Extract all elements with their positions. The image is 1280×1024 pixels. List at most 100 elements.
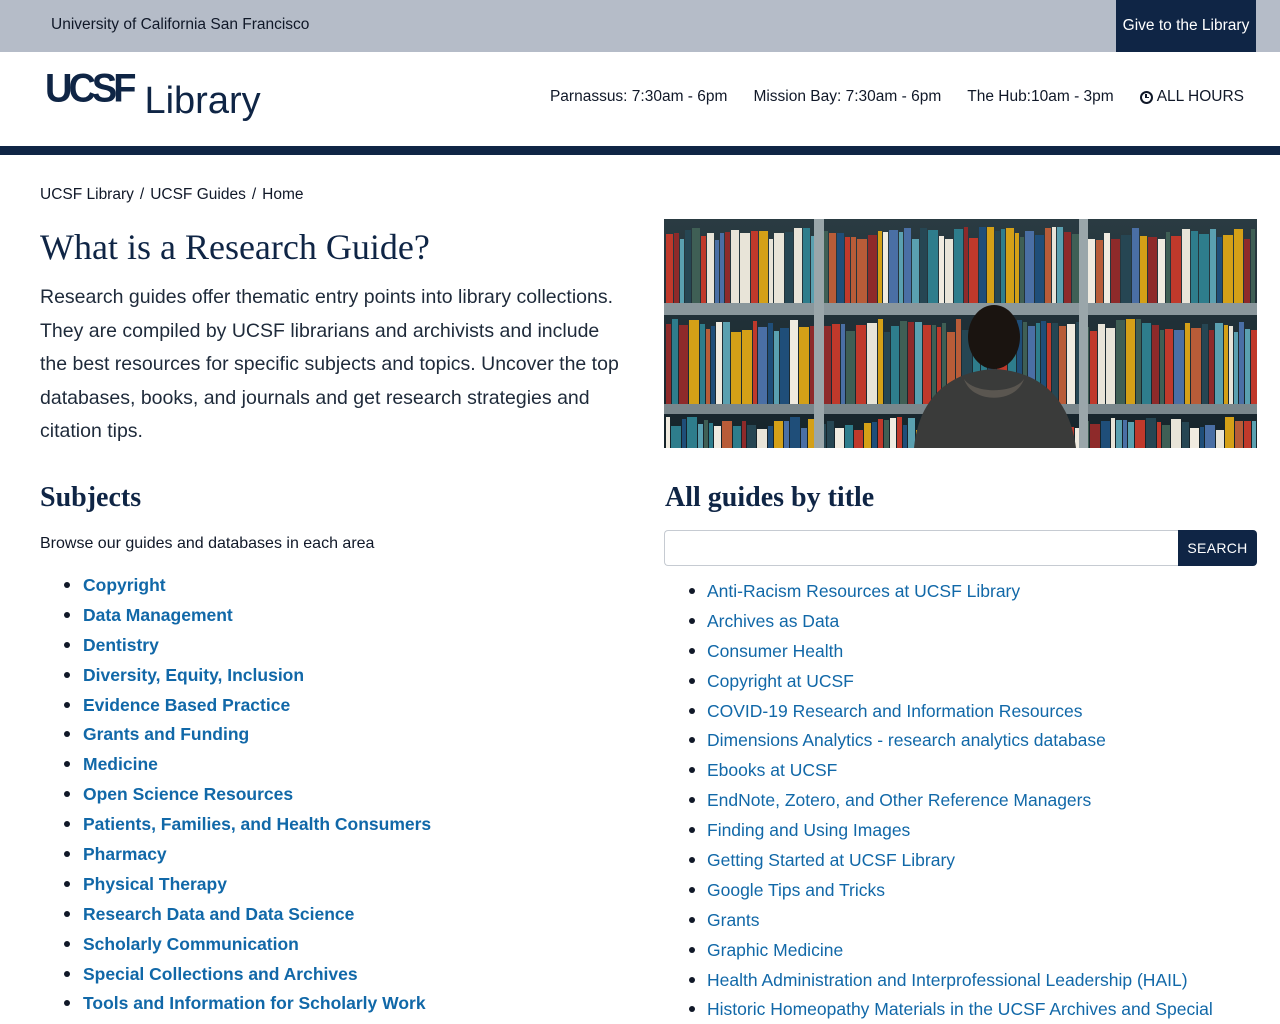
book-spine bbox=[716, 322, 722, 404]
book-spine bbox=[1251, 330, 1257, 404]
intro-paragraph: Research guides offer thematic entry poi… bbox=[40, 286, 619, 443]
guide-link[interactable]: EndNote, Zotero, and Other Reference Man… bbox=[689, 787, 1213, 817]
guide-link[interactable]: Ebooks at UCSF bbox=[689, 757, 1213, 787]
book-spine bbox=[923, 325, 931, 404]
subject-link[interactable]: Research Data and Data Science bbox=[64, 901, 431, 931]
book-spine bbox=[1075, 428, 1079, 448]
all-hours-link[interactable]: ALL HOURS bbox=[1139, 88, 1244, 106]
book-spine bbox=[979, 227, 986, 303]
book-spine bbox=[884, 332, 890, 404]
book-spine bbox=[1090, 424, 1100, 448]
guide-link[interactable]: Dimensions Analytics - research analytic… bbox=[689, 727, 1213, 757]
hours-mission-bay[interactable]: Mission Bay: 7:30am - 6pm bbox=[753, 88, 941, 106]
ucsf-library-logo[interactable]: UCSF Library bbox=[45, 69, 261, 120]
book-spine bbox=[1205, 425, 1215, 448]
guide-link[interactable]: Google Tips and Tricks bbox=[689, 877, 1213, 907]
book-spine bbox=[832, 324, 840, 404]
book-spine bbox=[1235, 421, 1243, 448]
subject-link[interactable]: Data Management bbox=[64, 602, 431, 632]
breadcrumb-separator: / bbox=[251, 186, 257, 203]
book-spine bbox=[1209, 330, 1214, 404]
guide-link[interactable]: Grants bbox=[689, 907, 1213, 937]
guide-link[interactable]: COVID-19 Research and Information Resour… bbox=[689, 698, 1213, 728]
subject-link[interactable]: Medicine bbox=[64, 751, 431, 781]
book-spine bbox=[1245, 329, 1250, 404]
book-spine bbox=[666, 234, 673, 303]
subject-link[interactable]: Evidence Based Practice bbox=[64, 692, 431, 722]
book-spine bbox=[1142, 323, 1151, 404]
book-spine bbox=[742, 421, 746, 448]
book-spine bbox=[868, 235, 877, 303]
breadcrumb-ucsf-guides[interactable]: UCSF Guides bbox=[150, 186, 246, 204]
book-spine bbox=[774, 233, 784, 303]
book-spine bbox=[889, 230, 898, 303]
give-to-library-button[interactable]: Give to the Library bbox=[1116, 0, 1256, 52]
subject-link[interactable]: Open Science Resources bbox=[64, 781, 431, 811]
book-spine bbox=[915, 322, 922, 404]
guide-search-input[interactable] bbox=[664, 530, 1178, 566]
book-spine bbox=[878, 419, 883, 448]
guide-link[interactable]: Finding and Using Images bbox=[689, 817, 1213, 847]
book-spine bbox=[1215, 323, 1223, 404]
hours-the-hub[interactable]: The Hub:10am - 3pm bbox=[967, 88, 1113, 106]
book-spine bbox=[1111, 418, 1115, 448]
guide-link[interactable]: Getting Started at UCSF Library bbox=[689, 847, 1213, 877]
book-spine bbox=[751, 231, 758, 303]
subject-link[interactable]: Special Collections and Archives bbox=[64, 961, 431, 991]
book-spine bbox=[758, 327, 767, 404]
subject-link[interactable]: Diversity, Equity, Inclusion bbox=[64, 662, 431, 692]
subject-link[interactable]: Scholarly Communication bbox=[64, 931, 431, 961]
book-spine bbox=[689, 320, 699, 404]
book-spine bbox=[928, 230, 938, 303]
guide-link[interactable]: Consumer Health bbox=[689, 638, 1213, 668]
guide-link[interactable]: Historic Homeopathy Materials in the UCS… bbox=[689, 996, 1213, 1024]
guide-link[interactable]: Anti-Racism Resources at UCSF Library bbox=[689, 578, 1213, 608]
book-spine bbox=[1182, 229, 1190, 303]
book-spine bbox=[1148, 237, 1157, 303]
book-spine bbox=[954, 229, 963, 303]
book-spine bbox=[851, 237, 856, 303]
hours-parnassus[interactable]: Parnassus: 7:30am - 6pm bbox=[550, 88, 727, 106]
book-spine bbox=[1123, 420, 1127, 448]
subject-link[interactable]: Physical Therapy bbox=[64, 871, 431, 901]
book-spine bbox=[685, 230, 691, 303]
book-spine bbox=[731, 332, 741, 404]
book-spine bbox=[987, 227, 994, 303]
book-spine bbox=[969, 238, 978, 303]
breadcrumb-ucsf-library[interactable]: UCSF Library bbox=[40, 186, 134, 204]
guide-link[interactable]: Copyright at UCSF bbox=[689, 668, 1213, 698]
guide-link[interactable]: Archives as Data bbox=[689, 608, 1213, 638]
book-spine bbox=[1244, 239, 1250, 303]
subject-link[interactable]: Tools and Information for Scholarly Work bbox=[64, 990, 431, 1020]
book-spine bbox=[725, 232, 730, 303]
book-spine bbox=[1052, 323, 1058, 404]
book-spine bbox=[1217, 237, 1222, 303]
book-spine bbox=[1090, 331, 1097, 404]
book-spine bbox=[1057, 227, 1063, 303]
book-spine bbox=[700, 324, 705, 404]
book-spine bbox=[706, 329, 710, 404]
book-spine bbox=[1202, 324, 1208, 404]
book-spine bbox=[1104, 233, 1110, 303]
book-spine bbox=[878, 231, 882, 303]
book-spine bbox=[891, 326, 899, 404]
university-link[interactable]: University of California San Francisco bbox=[51, 16, 309, 34]
book-spine bbox=[857, 239, 867, 303]
subject-link[interactable]: Grants and Funding bbox=[64, 721, 431, 751]
subject-link[interactable]: Dentistry bbox=[64, 632, 431, 662]
book-spine bbox=[864, 423, 871, 448]
book-spine bbox=[845, 425, 853, 448]
book-spine bbox=[884, 420, 889, 448]
search-button[interactable]: SEARCH bbox=[1178, 530, 1257, 566]
book-spine bbox=[1225, 417, 1234, 448]
breadcrumb-home[interactable]: Home bbox=[262, 186, 303, 204]
subject-link[interactable]: Patients, Families, and Health Consumers bbox=[64, 811, 431, 841]
book-spine bbox=[672, 319, 678, 404]
book-spine bbox=[666, 417, 670, 448]
guide-link[interactable]: Graphic Medicine bbox=[689, 937, 1213, 967]
subject-link[interactable]: Pharmacy bbox=[64, 841, 431, 871]
guide-link[interactable]: Health Administration and Interprofessio… bbox=[689, 967, 1213, 997]
book-spine bbox=[733, 426, 741, 448]
subject-link[interactable]: Copyright bbox=[64, 572, 431, 602]
book-spine bbox=[1045, 228, 1051, 303]
